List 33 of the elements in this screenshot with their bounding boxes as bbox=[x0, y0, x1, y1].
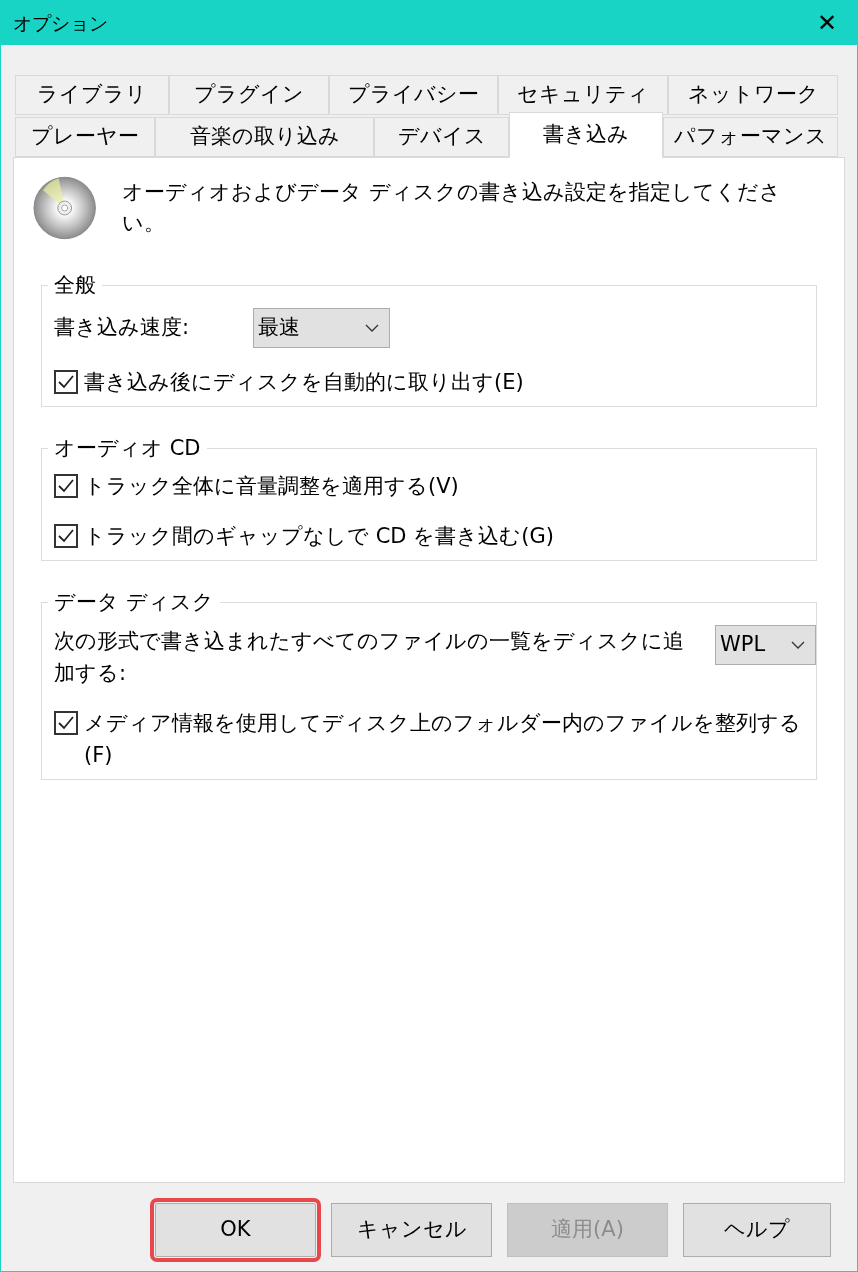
group-title: オーディオ CD bbox=[53, 434, 202, 462]
tab[interactable]: 書き込み bbox=[509, 112, 663, 158]
tab[interactable]: 音楽の取り込み bbox=[155, 117, 374, 157]
tab[interactable]: ネットワーク bbox=[668, 75, 838, 115]
tab[interactable]: プラグイン bbox=[169, 75, 329, 115]
checkbox-label: トラック間のギャップなしで CD を書き込む(G) bbox=[84, 523, 554, 550]
chevron-down-icon bbox=[791, 640, 805, 649]
field-label: 書き込み速度: bbox=[54, 313, 190, 341]
checkbox-label: メディア情報を使用してディスク上のフォルダー内のファイルを整列する(F) bbox=[84, 709, 802, 769]
dialog-button[interactable]: ヘルプ bbox=[683, 1203, 831, 1257]
checkbox-label: トラック全体に音量調整を適用する(V) bbox=[84, 473, 459, 500]
tab[interactable]: ライブラリ bbox=[15, 75, 169, 115]
tab[interactable]: プレーヤー bbox=[15, 117, 155, 157]
dialog-button[interactable]: キャンセル bbox=[331, 1203, 492, 1257]
close-button[interactable]: ✕ bbox=[816, 5, 837, 41]
description: オーディオおよびデータ ディスクの書き込み設定を指定してください。 bbox=[122, 178, 783, 237]
checkbox[interactable] bbox=[54, 524, 78, 548]
tab[interactable]: デバイス bbox=[374, 117, 509, 157]
tab[interactable]: プライバシー bbox=[329, 75, 498, 115]
group-title: データ ディスク bbox=[53, 589, 215, 616]
dropdown[interactable]: 最速 bbox=[253, 307, 391, 348]
checkbox[interactable] bbox=[54, 369, 78, 394]
field-label: 次の形式で書き込まれたすべてのファイルの一覧をディスクに追加する: bbox=[54, 627, 685, 687]
window-title: オプション bbox=[13, 10, 108, 36]
checkbox[interactable] bbox=[54, 474, 78, 498]
checkbox-label: 書き込み後にディスクを自動的に取り出す(E) bbox=[84, 368, 524, 396]
checkbox[interactable] bbox=[54, 710, 78, 735]
chevron-down-icon bbox=[365, 323, 380, 332]
disc-icon bbox=[33, 176, 97, 240]
group-title: 全般 bbox=[53, 272, 97, 299]
dropdown[interactable]: WPL bbox=[715, 624, 816, 665]
tab[interactable]: セキュリティ bbox=[498, 75, 668, 115]
tab[interactable]: パフォーマンス bbox=[663, 117, 838, 157]
